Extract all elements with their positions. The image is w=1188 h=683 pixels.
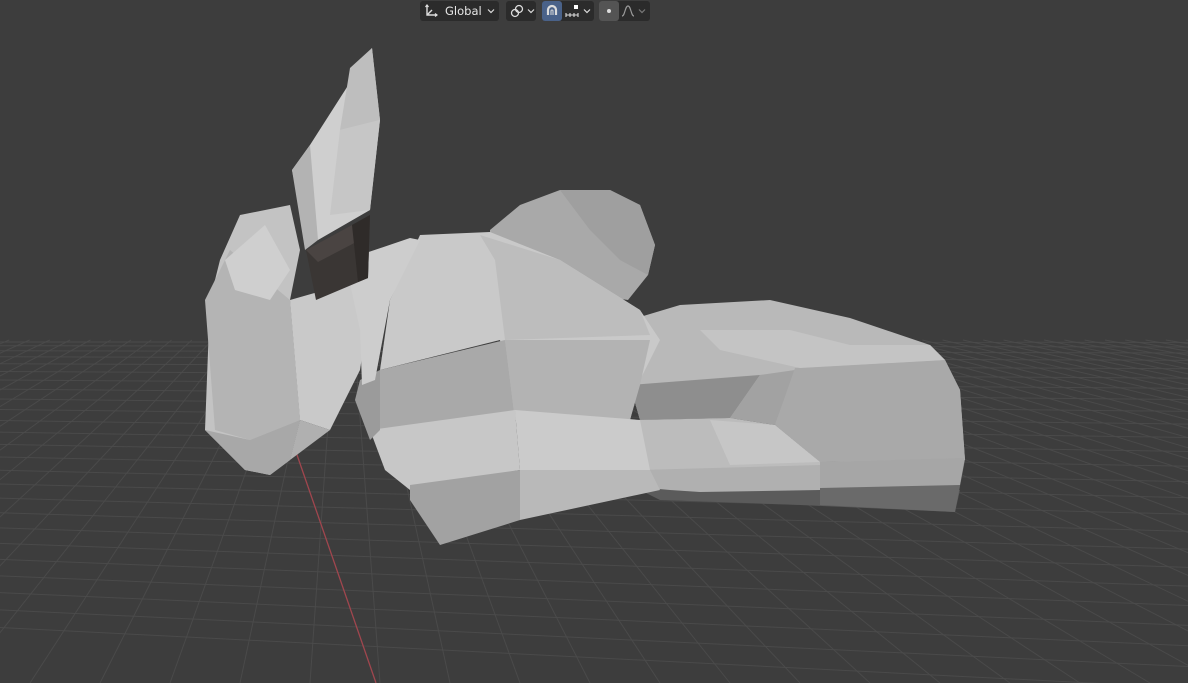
x-axis-line <box>295 451 377 683</box>
proportional-edit-icon[interactable] <box>599 1 619 21</box>
grid-line <box>1104 339 1188 356</box>
grid-line <box>0 626 1102 683</box>
chevron-down-icon <box>526 6 536 16</box>
chevron-down-icon[interactable] <box>637 6 647 16</box>
orientation-label: Global <box>445 4 482 18</box>
snap-increment-icon[interactable] <box>562 1 582 21</box>
grid-line <box>1145 339 1188 348</box>
chevron-down-icon[interactable] <box>582 6 592 16</box>
grid-line <box>0 542 1188 587</box>
viewport-scene[interactable] <box>0 0 1188 683</box>
grid-line <box>0 339 111 408</box>
orientation-axes-icon <box>423 1 439 21</box>
3d-viewport[interactable]: Global <box>0 0 1188 683</box>
viewport-header-toolbar: Global <box>0 0 1188 24</box>
grid-line <box>0 527 1188 568</box>
grid-line <box>0 339 213 567</box>
proportional-editing-controls <box>599 1 650 21</box>
falloff-curve-icon[interactable] <box>619 1 637 21</box>
grid-line <box>0 339 71 377</box>
grid-line <box>0 558 1188 607</box>
chevron-down-icon <box>486 6 496 16</box>
grid-line <box>0 339 233 634</box>
grid-line <box>0 512 1188 550</box>
grid-line <box>922 339 1188 405</box>
transform-orientation-dropdown[interactable]: Global <box>420 1 499 21</box>
grid-line <box>0 339 132 427</box>
magnet-icon[interactable] <box>542 1 562 21</box>
pivot-point-dropdown[interactable] <box>506 1 536 21</box>
grid-line <box>1165 339 1188 345</box>
low-poly-mesh[interactable] <box>205 48 965 545</box>
snapping-controls <box>542 1 594 21</box>
pivot-link-icon <box>508 1 526 21</box>
